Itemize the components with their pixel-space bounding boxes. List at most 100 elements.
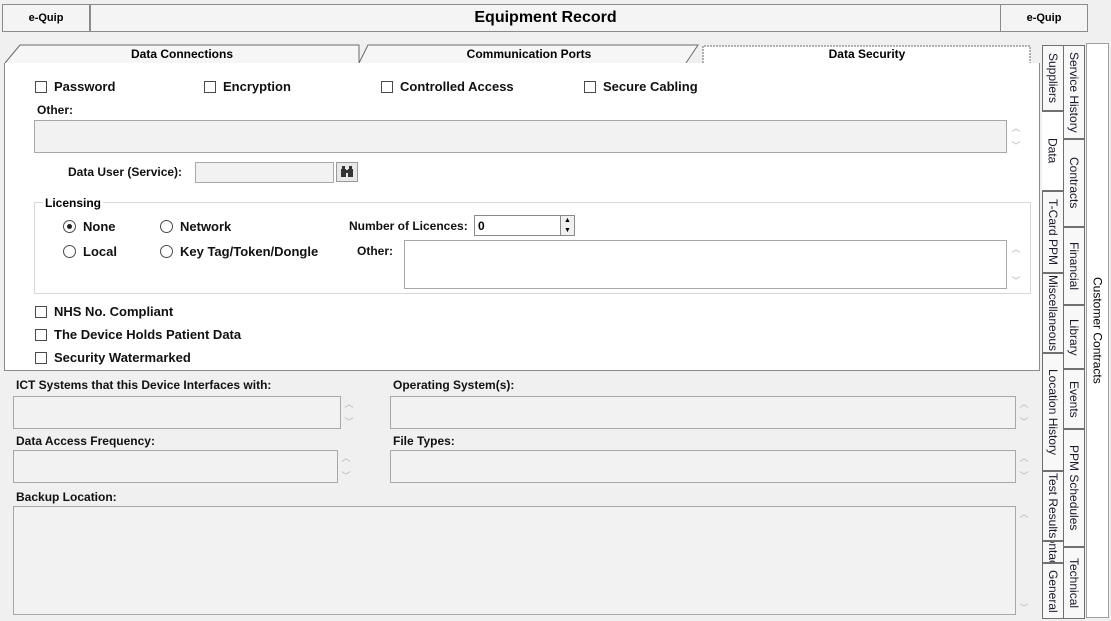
data-access-frequency-textarea[interactable]	[13, 450, 338, 483]
licensing-network-radio[interactable]: Network	[160, 219, 231, 234]
side-tab-library-label: Library	[1067, 318, 1081, 356]
tab-data-security-label: Data Security	[828, 47, 906, 61]
local-label: Local	[83, 244, 117, 259]
patient-data-label: The Device Holds Patient Data	[54, 327, 242, 342]
side-tab-events[interactable]: Events	[1063, 369, 1085, 429]
encryption-label: Encryption	[223, 79, 291, 94]
side-tab-library[interactable]: Library	[1063, 305, 1085, 369]
secure-cabling-label: Secure Cabling	[603, 79, 698, 94]
e-quip-left-button[interactable]: e-Quip	[2, 4, 90, 32]
side-tab-suppliers-label: Suppliers	[1046, 52, 1060, 104]
side-tab-miscellaneous[interactable]: Miscellaneous	[1042, 273, 1064, 353]
checkbox-box[interactable]	[35, 305, 47, 318]
password-label: Password	[54, 79, 116, 94]
number-of-licences-label: Number of Licences:	[349, 219, 468, 233]
stepper-arrows[interactable]: ▲ ▼	[560, 216, 574, 235]
side-tab-technical-label: Technical	[1067, 557, 1081, 609]
customer-contracts-label: Customer Contracts	[1090, 277, 1105, 384]
page-title: Equipment Record	[90, 4, 1001, 32]
side-tab-location-history[interactable]: Location History	[1042, 353, 1064, 471]
licensing-other-label: Other:	[357, 244, 393, 258]
side-tab-financial[interactable]: Financial	[1063, 227, 1085, 305]
controlled-access-checkbox[interactable]: Controlled Access	[381, 79, 514, 94]
password-checkbox[interactable]: Password	[35, 79, 115, 94]
up-arrow-icon[interactable]: ▲	[564, 217, 571, 224]
other-textarea[interactable]	[34, 120, 1007, 153]
tab-strip: Data Connections Communication Ports Dat…	[4, 44, 1040, 64]
tab-data-security[interactable]: Data Security	[702, 44, 1032, 64]
network-label: Network	[180, 219, 232, 234]
data-access-frequency-label: Data Access Frequency:	[16, 434, 155, 448]
side-tab-financial-label: Financial	[1067, 241, 1081, 291]
number-of-licences-value: 0	[478, 219, 485, 233]
other-scrollbar[interactable]: ︿ ﹀	[1010, 121, 1022, 152]
side-tab-contacts[interactable]: Contacts	[1042, 541, 1064, 563]
checkbox-box[interactable]	[35, 351, 47, 364]
side-tab-customer-contracts[interactable]: Customer Contracts	[1086, 43, 1109, 618]
operating-system-label: Operating System(s):	[393, 378, 515, 392]
side-tab-t-card-ppm-label: T-Card PPM	[1046, 198, 1060, 265]
licensing-other-scrollbar[interactable]: ︿ ﹀	[1010, 242, 1022, 287]
side-tab-t-card-ppm[interactable]: T-Card PPM	[1042, 191, 1064, 273]
file-types-label: File Types:	[393, 434, 455, 448]
key-tag-label: Key Tag/Token/Dongle	[180, 244, 319, 259]
side-tab-general[interactable]: General	[1042, 563, 1064, 619]
side-tab-test-results[interactable]: Test Results	[1042, 471, 1064, 541]
checkbox-box[interactable]	[35, 80, 47, 93]
data-user-label: Data User (Service):	[68, 165, 183, 179]
security-watermarked-checkbox[interactable]: Security Watermarked	[35, 350, 191, 365]
radio-circle[interactable]	[160, 245, 173, 258]
side-tab-test-results-label: Test Results	[1046, 473, 1060, 539]
radio-circle[interactable]	[63, 220, 76, 233]
data-user-input[interactable]	[195, 162, 334, 183]
binoculars-icon	[341, 166, 353, 177]
checkbox-box[interactable]	[204, 80, 216, 93]
none-label: None	[83, 219, 116, 234]
tab-communication-ports-label: Communication Ports	[466, 47, 592, 61]
radio-circle[interactable]	[63, 245, 76, 258]
other-label: Other:	[37, 103, 73, 117]
radio-circle[interactable]	[160, 220, 173, 233]
side-tab-data[interactable]: Data	[1042, 111, 1064, 191]
backup-location-textarea[interactable]	[13, 506, 1016, 615]
side-tab-suppliers[interactable]: Suppliers	[1042, 45, 1064, 111]
file-types-scrollbar[interactable]: ︿ ﹀	[1018, 451, 1030, 482]
tab-communication-ports[interactable]: Communication Ports	[358, 44, 700, 64]
licensing-key-tag-radio[interactable]: Key Tag/Token/Dongle	[160, 244, 318, 259]
side-tab-ppm-schedules-label: PPM Schedules	[1067, 445, 1081, 531]
tab-data-connections-label: Data Connections	[130, 47, 233, 61]
licensing-other-textarea[interactable]	[404, 240, 1007, 289]
encryption-checkbox[interactable]: Encryption	[204, 79, 291, 94]
file-types-textarea[interactable]	[390, 450, 1016, 483]
e-quip-right-button[interactable]: e-Quip	[1000, 4, 1088, 32]
nhs-compliant-checkbox[interactable]: NHS No. Compliant	[35, 304, 173, 319]
tab-data-connections[interactable]: Data Connections	[4, 44, 360, 64]
licensing-local-radio[interactable]: Local	[63, 244, 117, 259]
os-scrollbar[interactable]: ︿ ﹀	[1018, 397, 1030, 428]
patient-data-checkbox[interactable]: The Device Holds Patient Data	[35, 327, 241, 342]
side-tab-contracts[interactable]: Contracts	[1063, 139, 1085, 227]
ict-scrollbar[interactable]: ︿ ﹀	[343, 397, 355, 428]
side-tab-contracts-label: Contracts	[1067, 157, 1081, 209]
checkbox-box[interactable]	[584, 80, 596, 93]
secure-cabling-checkbox[interactable]: Secure Cabling	[584, 79, 698, 94]
binoculars-lookup-button[interactable]	[336, 162, 358, 182]
side-tab-location-history-label: Location History	[1046, 368, 1060, 456]
access-freq-scrollbar[interactable]: ︿ ﹀	[340, 451, 352, 482]
licensing-none-radio[interactable]: None	[63, 219, 116, 234]
backup-location-label: Backup Location:	[16, 490, 117, 504]
controlled-access-label: Controlled Access	[400, 79, 514, 94]
backup-scrollbar[interactable]: ︿ ﹀	[1018, 507, 1030, 614]
nhs-label: NHS No. Compliant	[54, 304, 174, 319]
checkbox-box[interactable]	[35, 328, 47, 341]
operating-system-textarea[interactable]	[390, 396, 1016, 429]
side-tab-data-label: Data	[1045, 138, 1060, 164]
number-of-licences-stepper[interactable]: 0 ▲ ▼	[474, 215, 575, 236]
ict-systems-textarea[interactable]	[13, 396, 341, 429]
side-tab-technical[interactable]: Technical	[1063, 547, 1085, 619]
down-arrow-icon[interactable]: ▼	[564, 227, 571, 234]
side-tab-service-history[interactable]: Service History	[1063, 45, 1085, 139]
watermarked-label: Security Watermarked	[54, 350, 191, 365]
checkbox-box[interactable]	[381, 80, 393, 93]
side-tab-ppm-schedules[interactable]: PPM Schedules	[1063, 429, 1085, 547]
